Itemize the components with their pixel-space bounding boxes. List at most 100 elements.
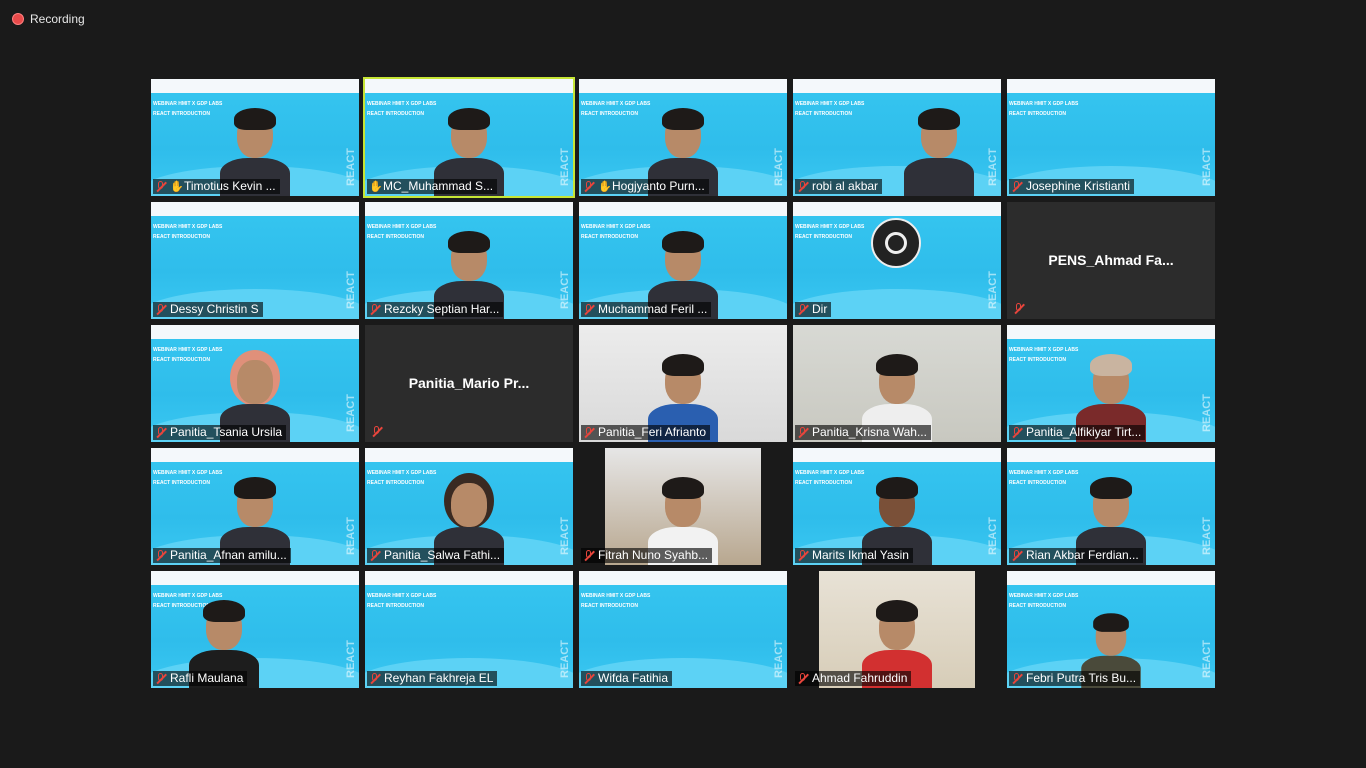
video-tile[interactable]: WEBINAR HMIT X GDP LABS REACT INTRODUCTIO… [1007,325,1215,442]
video-tile-camera-off[interactable]: Panitia_Mario Pr... [365,325,573,442]
participant-name-large: PENS_Ahmad Fa... [1048,252,1174,268]
slide-heading: WEBINAR HMIT X GDP LABS REACT INTRODUCTIO… [1009,347,1079,363]
mic-muted-icon [369,672,381,685]
slide-side-text: REACT [345,517,357,555]
participant-label: Josephine Kristianti [1009,179,1135,194]
mic-muted-icon [797,180,809,193]
slide-side-text: REACT [1201,148,1213,186]
video-tile[interactable]: WEBINAR HMIT X GDP LABS REACT INTRODUCTIO… [151,448,359,565]
slide-side-text: REACT [345,640,357,678]
video-tile[interactable]: WEBINAR HMIT X GDP LABS REACT INTRODUCTIO… [365,571,573,688]
participant-label: Febri Putra Tris Bu... [1009,671,1141,686]
slide-heading: WEBINAR HMIT X GDP LABS REACT INTRODUCTIO… [153,224,223,240]
participant-label: Panitia_Tsania Ursila [153,425,287,440]
video-tile[interactable]: Panitia_Krisna Wah... [793,325,1001,442]
mic-muted-icon [797,672,809,685]
video-tile[interactable]: WEBINAR HMIT X GDP LABS REACT INTRODUCTIO… [1007,571,1215,688]
participant-name: Wifda Fatihia [598,671,669,685]
video-tile[interactable]: WEBINAR HMIT X GDP LABS REACT INTRODUCTIO… [793,202,1001,319]
participant-label: Muchammad Feril ... [581,302,712,317]
participant-name: robi al akbar [812,179,879,193]
video-tile[interactable]: WEBINAR HMIT X GDP LABS REACT INTRODUCTIO… [365,448,573,565]
slide-side-text: REACT [773,640,785,678]
slide-heading: WEBINAR HMIT X GDP LABS REACT INTRODUCTIO… [153,347,223,363]
participant-label: Dir [795,302,832,317]
slide-heading: WEBINAR HMIT X GDP LABS REACT INTRODUCTIO… [581,593,651,609]
participant-name: Muchammad Feril ... [598,302,708,316]
mic-muted-icon [155,672,167,685]
participant-label: Rezcky Septian Har... [367,302,504,317]
video-tile[interactable]: WEBINAR HMIT X GDP LABS REACT INTRODUCTIO… [365,202,573,319]
slide-side-text: REACT [987,148,999,186]
slide-side-text: REACT [987,271,999,309]
slide-side-text: REACT [559,271,571,309]
mic-muted-icon [797,549,809,562]
slide-heading: WEBINAR HMIT X GDP LABS REACT INTRODUCTIO… [367,470,437,486]
video-tile[interactable]: WEBINAR HMIT X GDP LABS REACT INTRODUCTIO… [1007,79,1215,196]
recording-dot-icon [12,13,24,25]
video-tile[interactable]: WEBINAR HMIT X GDP LABS REACT INTRODUCTIO… [793,448,1001,565]
mic-muted-icon [1013,303,1025,315]
video-tile[interactable]: WEBINAR HMIT X GDP LABS REACT INTRODUCTIO… [151,325,359,442]
mic-muted-icon [155,426,167,439]
mic-muted-icon [1011,549,1023,562]
slide-side-text: REACT [559,148,571,186]
video-tile[interactable]: Panitia_Feri Afrianto [579,325,787,442]
video-tile-camera-off[interactable]: PENS_Ahmad Fa... [1007,202,1215,319]
slide-side-text: REACT [345,148,357,186]
video-tile-active-speaker[interactable]: WEBINAR HMIT X GDP LABS REACT INTRODUCTIO… [363,77,575,198]
video-tile[interactable]: WEBINAR HMIT X GDP LABS REACT INTRODUCTIO… [151,79,359,196]
participant-name: Ahmad Fahruddin [812,671,908,685]
video-tile[interactable]: WEBINAR HMIT X GDP LABS REACT INTRODUCTIO… [579,79,787,196]
participant-label: Reyhan Fakhreja EL [367,671,498,686]
mic-muted-icon [797,426,809,439]
recording-indicator[interactable]: Recording [12,12,85,26]
participant-name: Rafli Maulana [170,671,244,685]
slide-side-text: REACT [1201,394,1213,432]
participant-name: Panitia_Salwa Fathi... [384,548,501,562]
video-tile[interactable]: WEBINAR HMIT X GDP LABS REACT INTRODUCTIO… [1007,448,1215,565]
slide-heading: WEBINAR HMIT X GDP LABS REACT INTRODUCTIO… [367,224,437,240]
mic-muted-icon [1011,180,1023,193]
slide-heading: WEBINAR HMIT X GDP LABS REACT INTRODUCTIO… [795,224,865,240]
video-tile[interactable]: WEBINAR HMIT X GDP LABS REACT INTRODUCTIO… [151,571,359,688]
video-tile[interactable]: WEBINAR HMIT X GDP LABS REACT INTRODUCTIO… [151,202,359,319]
participant-name: Febri Putra Tris Bu... [1026,671,1137,685]
mic-muted-icon [583,672,595,685]
slide-heading: WEBINAR HMIT X GDP LABS REACT INTRODUCTIO… [1009,101,1079,117]
participant-name: Dir [812,302,828,316]
participant-name: Fitrah Nuno Syahb... [598,548,709,562]
participant-label: Panitia_Salwa Fathi... [367,548,505,563]
participant-label: robi al akbar [795,179,883,194]
raised-hand-icon: ✋ [170,180,184,193]
participant-gallery: WEBINAR HMIT X GDP LABS REACT INTRODUCTIO… [151,77,1215,688]
slide-side-text: REACT [773,148,785,186]
video-tile[interactable]: WEBINAR HMIT X GDP LABS REACT INTRODUCTIO… [793,79,1001,196]
slide-side-text: REACT [987,517,999,555]
slide-heading: WEBINAR HMIT X GDP LABS REACT INTRODUCTIO… [367,593,437,609]
participant-label: Dessy Christin S [153,302,263,317]
participant-name: Panitia_Feri Afrianto [598,425,707,439]
slide-side-text: REACT [345,271,357,309]
participant-label: ✋ Timotius Kevin ... [153,179,280,194]
obs-logo-icon [871,218,921,268]
mic-muted-icon [155,549,167,562]
participant-name: MC_Muhammad S... [383,179,494,193]
video-tile[interactable]: WEBINAR HMIT X GDP LABS REACT INTRODUCTIO… [579,571,787,688]
participant-name: Panitia_Alfikiyar Tirt... [1026,425,1142,439]
participant-name-large: Panitia_Mario Pr... [408,375,530,391]
slide-heading: WEBINAR HMIT X GDP LABS REACT INTRODUCTIO… [367,101,437,117]
mic-muted-icon [797,303,809,316]
slide-side-text: REACT [1201,640,1213,678]
participant-name: Josephine Kristianti [1026,179,1131,193]
participant-name: Dessy Christin S [170,302,259,316]
video-tile[interactable]: Ahmad Fahruddin [793,571,1001,688]
slide-side-text: REACT [559,517,571,555]
recording-label: Recording [30,12,85,26]
video-tile[interactable]: WEBINAR HMIT X GDP LABS REACT INTRODUCTIO… [579,202,787,319]
slide-heading: WEBINAR HMIT X GDP LABS REACT INTRODUCTIO… [1009,593,1079,609]
slide-heading: WEBINAR HMIT X GDP LABS REACT INTRODUCTIO… [581,224,651,240]
video-tile[interactable]: Fitrah Nuno Syahb... [579,448,787,565]
slide-heading: WEBINAR HMIT X GDP LABS REACT INTRODUCTIO… [153,470,223,486]
mic-muted-icon [1011,426,1023,439]
